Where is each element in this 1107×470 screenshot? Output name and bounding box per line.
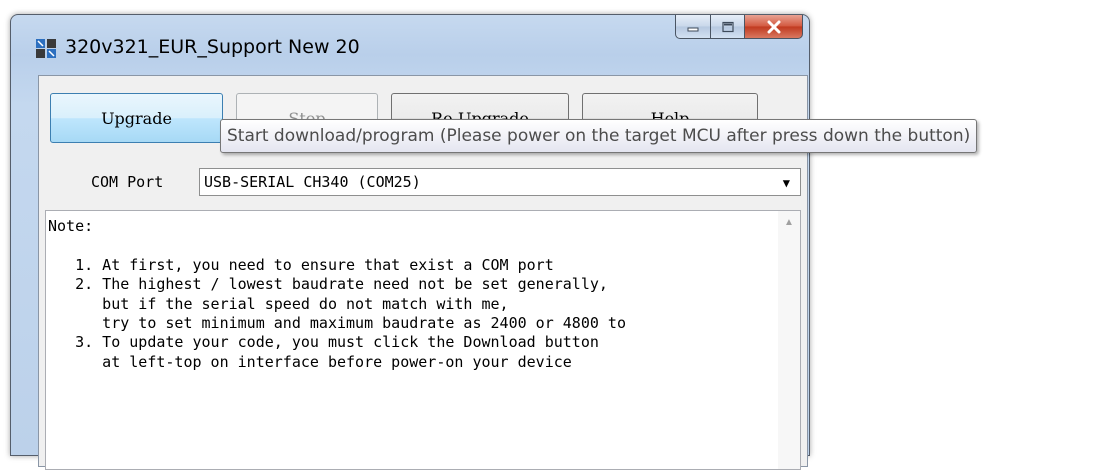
upgrade-button[interactable]: Upgrade bbox=[50, 93, 223, 143]
minimize-button[interactable] bbox=[675, 15, 711, 39]
app-window: 320v321_EUR_Support New 20 Upgrade Stop … bbox=[10, 14, 810, 470]
upgrade-tooltip: Start download/program (Please power on … bbox=[220, 119, 978, 153]
app-icon bbox=[36, 39, 56, 58]
window-title: 320v321_EUR_Support New 20 bbox=[65, 36, 360, 58]
com-port-value: USB-SERIAL CH340 (COM25) bbox=[204, 173, 421, 191]
com-port-select[interactable]: USB-SERIAL CH340 (COM25) ▼ bbox=[199, 168, 801, 196]
dropdown-arrow-icon[interactable]: ▼ bbox=[783, 176, 790, 190]
note-text: Note: 1. At first, you need to ensure th… bbox=[48, 217, 626, 371]
window-controls bbox=[675, 15, 803, 39]
scroll-up-icon[interactable]: ▲ bbox=[778, 211, 800, 233]
maximize-icon bbox=[721, 21, 734, 32]
vertical-scrollbar[interactable]: ▲ bbox=[778, 211, 800, 469]
close-button[interactable] bbox=[745, 15, 803, 39]
close-icon bbox=[767, 20, 780, 33]
note-textarea[interactable]: Note: 1. At first, you need to ensure th… bbox=[45, 210, 801, 470]
com-port-label: COM Port bbox=[91, 173, 164, 191]
maximize-button[interactable] bbox=[711, 15, 745, 39]
minimize-icon bbox=[687, 27, 699, 31]
